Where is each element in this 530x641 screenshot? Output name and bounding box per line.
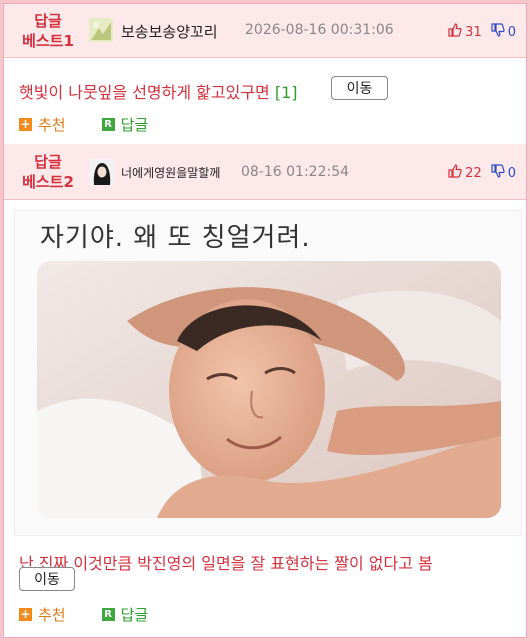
vote-counts: 31 0: [448, 23, 516, 41]
down-vote-count: 0: [507, 24, 516, 40]
plus-icon[interactable]: +: [19, 118, 32, 131]
meme-image[interactable]: 자기야. 왜 또 칭얼거려.: [14, 210, 522, 536]
move-button[interactable]: 이동: [19, 567, 75, 591]
thumbs-down-icon[interactable]: [491, 164, 505, 182]
comment-actions: + 추천 R 답글: [19, 114, 148, 135]
up-vote-count: 31: [465, 24, 482, 40]
avatar[interactable]: [89, 159, 115, 185]
comment-date: 2026-08-16 00:31:06: [245, 22, 394, 38]
comment-body: 햇빛이 나뭇잎을 선명하게 핥고있구면: [19, 83, 270, 102]
reply-icon[interactable]: R: [101, 118, 115, 131]
up-vote-count: 22: [465, 165, 482, 181]
best-comment-header-1: 답글 베스트1 보송보송양꼬리 2026-08-16 00:31:06 31 0: [4, 4, 526, 58]
comment-text: 햇빛이 나뭇잎을 선명하게 핥고있구면 [1]: [19, 79, 298, 103]
best-label-1: 답글 베스트1: [18, 11, 78, 51]
recommend-button[interactable]: 추천: [38, 114, 66, 135]
comment-body: 난 진짜 이것만큼 박진영의 일면을 잘 표현하는 짤이 없다고 봄: [19, 554, 433, 573]
meme-photo: [37, 261, 501, 518]
avatar[interactable]: [89, 18, 113, 42]
best-label-line2: 베스트2: [22, 173, 74, 191]
thumbs-up-icon[interactable]: [448, 23, 462, 41]
plus-icon[interactable]: +: [19, 608, 32, 621]
thumbs-down-icon[interactable]: [491, 23, 505, 41]
best-label-2: 답글 베스트2: [18, 152, 78, 192]
reply-icon[interactable]: R: [101, 608, 115, 621]
comment-actions: + 추천 R 답글: [19, 604, 148, 625]
vote-counts: 22 0: [448, 164, 516, 182]
comment-text: 난 진짜 이것만큼 박진영의 일면을 잘 표현하는 짤이 없다고 봄: [19, 550, 433, 574]
thumbs-up-icon[interactable]: [448, 164, 462, 182]
best-label-line1: 답글: [34, 12, 62, 30]
best-comment-header-2: 답글 베스트2 너에게영원을말할께 08-16 01:22:54 22 0: [4, 144, 526, 200]
down-vote-count: 0: [507, 165, 516, 181]
author-nickname[interactable]: 너에게영원을말할께: [121, 164, 220, 181]
meme-caption: 자기야. 왜 또 칭얼거려.: [40, 223, 311, 253]
comment-date: 08-16 01:22:54: [241, 164, 350, 180]
reply-count[interactable]: [1]: [275, 83, 298, 102]
move-button[interactable]: 이동: [331, 76, 388, 100]
recommend-button[interactable]: 추천: [38, 604, 66, 625]
best-label-line1: 답글: [34, 153, 62, 171]
comment-list: 답글 베스트1 보송보송양꼬리 2026-08-16 00:31:06 31 0…: [3, 3, 527, 638]
best-label-line2: 베스트1: [22, 32, 74, 50]
author-nickname[interactable]: 보송보송양꼬리: [121, 21, 218, 42]
reply-button[interactable]: 답글: [121, 114, 149, 135]
reply-button[interactable]: 답글: [121, 604, 149, 625]
